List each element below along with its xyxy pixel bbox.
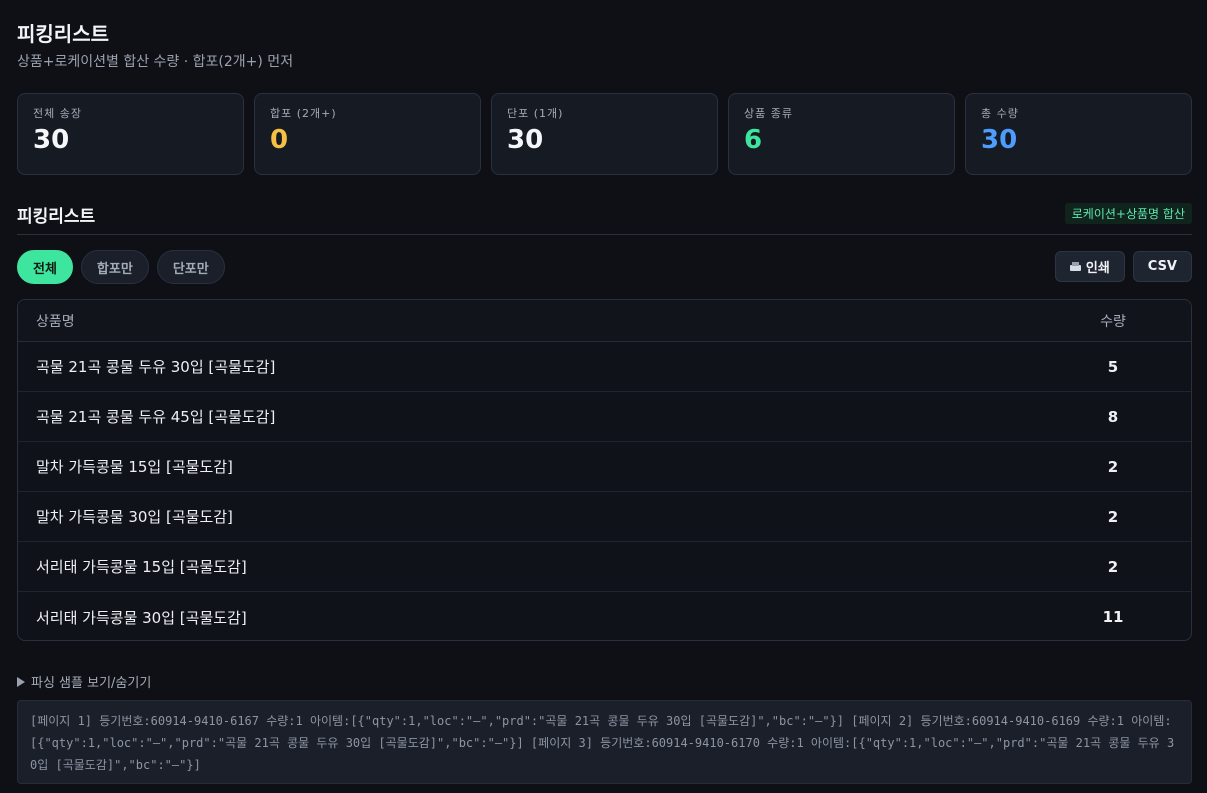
sample-toggle[interactable]: 파싱 샘플 보기/숨기기: [17, 672, 151, 691]
column-header-qty[interactable]: 수량: [1053, 311, 1173, 331]
table-row: 말차 가득콩물 30입 [곡물도감] 2: [18, 492, 1191, 542]
product-qty: 8: [1107, 407, 1119, 426]
picking-table: 상품명 수량 곡물 21곡 콩물 두유 30입 [곡물도감] 5 곡물 21곡 …: [17, 299, 1192, 641]
stat-value: 0: [270, 125, 289, 155]
filter-combined-button[interactable]: 합포만: [80, 250, 149, 284]
print-label: 인쇄: [1085, 261, 1110, 276]
table-header: 상품명 수량: [18, 300, 1191, 342]
filter-single-button[interactable]: 단포만: [156, 250, 225, 284]
table-row: 곡물 21곡 콩물 두유 45입 [곡물도감] 8: [18, 392, 1191, 442]
filter-tabs: 전체 합포만 단포만: [17, 250, 225, 284]
product-name: 말차 가득콩물 15입 [곡물도감]: [36, 458, 233, 476]
product-name: 서리태 가득콩물 15입 [곡물도감]: [36, 558, 247, 576]
stat-card-total-invoices: 전체 송장 30: [17, 93, 244, 175]
stat-value: 30: [33, 125, 70, 155]
stats-row: 전체 송장 30 합포 (2개+) 0 단포 (1개) 30 상품 종류 6 총…: [17, 93, 1192, 175]
product-qty: 11: [1102, 608, 1124, 626]
product-qty: 2: [1107, 457, 1119, 476]
stat-value: 30: [981, 125, 1018, 155]
table-row: 서리태 가득콩물 15입 [곡물도감] 2: [18, 542, 1191, 592]
page-subtitle: 상품+로케이션별 합산 수량 · 합포(2개+) 먼저: [17, 54, 294, 70]
product-qty: 5: [1107, 357, 1119, 376]
action-buttons: 인쇄 CSV: [1054, 251, 1192, 282]
csv-label: CSV: [1147, 259, 1177, 274]
page-title: 피킹리스트: [17, 22, 109, 46]
stat-value: 6: [744, 125, 763, 155]
product-name: 서리태 가득콩물 30입 [곡물도감]: [36, 608, 247, 627]
divider: [17, 234, 1192, 235]
stat-card-total-qty: 총 수량 30: [965, 93, 1192, 175]
product-qty: 2: [1107, 507, 1119, 526]
section-badge: 로케이션+상품명 합산: [1064, 203, 1192, 224]
product-name: 말차 가득콩물 30입 [곡물도감]: [36, 508, 233, 526]
stat-label: 합포 (2개+): [270, 107, 337, 120]
parse-sample-box: [페이지 1] 등기번호:60914-9410-6167 수량:1 아이템:[{…: [17, 700, 1192, 784]
csv-button[interactable]: CSV: [1132, 251, 1192, 282]
column-header-name[interactable]: 상품명: [36, 311, 1053, 331]
table-row: 곡물 21곡 콩물 두유 30입 [곡물도감] 5: [18, 342, 1191, 392]
product-name: 곡물 21곡 콩물 두유 30입 [곡물도감]: [36, 358, 276, 376]
stat-card-product-types: 상품 종류 6: [728, 93, 955, 175]
stat-label: 총 수량: [981, 107, 1019, 120]
product-qty: 2: [1107, 557, 1119, 576]
stat-value: 30: [507, 125, 544, 155]
table-row: 말차 가득콩물 15입 [곡물도감] 2: [18, 442, 1191, 492]
filter-all-button[interactable]: 전체: [17, 250, 73, 284]
printer-icon: [1069, 262, 1081, 271]
table-row: 서리태 가득콩물 30입 [곡물도감] 11: [18, 592, 1191, 640]
stat-label: 단포 (1개): [507, 107, 564, 120]
stat-label: 전체 송장: [33, 107, 82, 120]
product-name: 곡물 21곡 콩물 두유 45입 [곡물도감]: [36, 408, 276, 426]
sample-toggle-label: 파싱 샘플 보기/숨기기: [31, 676, 152, 691]
triangle-right-icon: [17, 676, 25, 687]
stat-card-combined: 합포 (2개+) 0: [254, 93, 481, 175]
stat-card-single: 단포 (1개) 30: [491, 93, 718, 175]
section-title: 피킹리스트: [17, 207, 96, 227]
print-button[interactable]: 인쇄: [1054, 251, 1125, 282]
stat-label: 상품 종류: [744, 107, 793, 120]
